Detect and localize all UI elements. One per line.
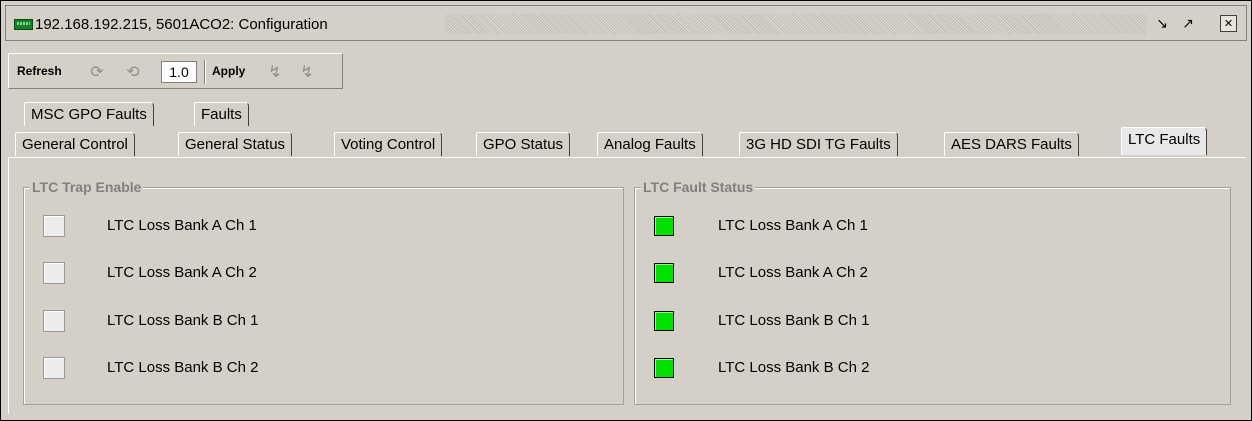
status-led-icon [654,216,674,236]
group-title: LTC Fault Status [641,179,756,195]
dock-icon[interactable]: ↘ [1152,15,1172,33]
tab-gpo-status[interactable]: GPO Status [476,132,571,156]
zoom-out-icon[interactable]: ⟲ [121,61,145,83]
apply-button[interactable]: Apply [212,64,245,78]
device-icon [14,19,33,30]
close-icon[interactable]: ✕ [1220,15,1237,32]
tab-general-control[interactable]: General Control [15,132,135,156]
window-title: 192.168.192.215, 5601ACO2: Configuration [35,16,328,33]
trap-checkbox[interactable] [43,215,65,237]
tab-aes-dars-faults[interactable]: AES DARS Faults [944,132,1079,156]
trap-label: LTC Loss Bank A Ch 2 [107,264,257,281]
ltc-trap-enable-group: LTC Trap Enable LTC Loss Bank A Ch 1 LTC… [23,179,624,405]
refresh-button[interactable]: Refresh [17,64,62,78]
status-label: LTC Loss Bank B Ch 2 [718,359,870,376]
apply-all-icon[interactable]: ↯ [295,61,319,83]
title-bar[interactable]: 192.168.192.215, 5601ACO2: Configuration… [5,5,1247,41]
status-label: LTC Loss Bank B Ch 1 [718,312,870,329]
tab-3g-hd-sdi-tg-faults[interactable]: 3G HD SDI TG Faults [739,132,898,156]
tab-msc-gpo-faults[interactable]: MSC GPO Faults [24,102,154,126]
trap-checkbox[interactable] [43,310,65,332]
tab-voting-control[interactable]: Voting Control [334,132,443,156]
refresh-icon[interactable]: ⟳ [85,61,109,83]
tab-ltc-faults[interactable]: LTC Faults [1121,127,1208,155]
tab-general-status[interactable]: General Status [178,132,293,156]
status-led-icon [654,311,674,331]
status-led-icon [654,263,674,283]
tab-faults[interactable]: Faults [194,102,249,126]
status-led-icon [654,358,674,378]
group-title: LTC Trap Enable [30,179,144,195]
toolbar: Refresh ⟳ ⟲ 1.0 Apply ↯ ↯ [8,53,343,89]
trap-label: LTC Loss Bank A Ch 1 [107,217,257,234]
trap-checkbox[interactable] [43,357,65,379]
tab-analog-faults[interactable]: Analog Faults [597,132,703,156]
ltc-fault-status-group: LTC Fault Status LTC Loss Bank A Ch 1 LT… [634,179,1231,405]
zoom-field[interactable]: 1.0 [161,61,197,83]
config-window: 192.168.192.215, 5601ACO2: Configuration… [0,0,1252,421]
undock-icon[interactable]: ↗ [1178,15,1198,33]
trap-label: LTC Loss Bank B Ch 1 [107,312,259,329]
trap-label: LTC Loss Bank B Ch 2 [107,359,259,376]
title-grip [446,14,1146,34]
status-label: LTC Loss Bank A Ch 2 [718,264,868,281]
apply-icon[interactable]: ↯ [263,61,287,83]
toolbar-separator [204,60,206,84]
trap-checkbox[interactable] [43,262,65,284]
status-label: LTC Loss Bank A Ch 1 [718,217,868,234]
